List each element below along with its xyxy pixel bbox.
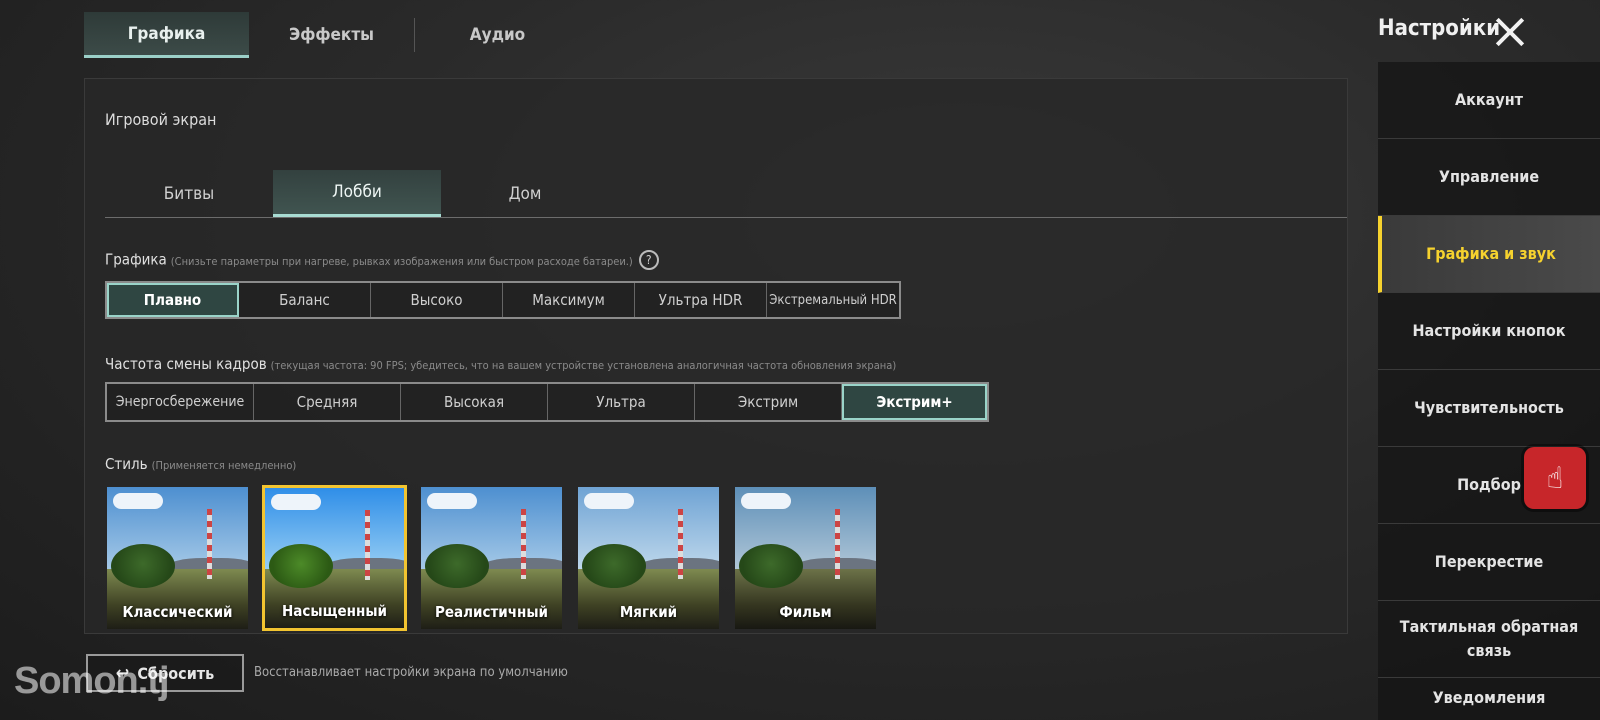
sidebar-item-graphics-sound[interactable]: Графика и звук [1378, 216, 1600, 293]
graphics-option-ultra-hdr[interactable]: Ультра HDR [635, 283, 767, 317]
subtab-home[interactable]: Дом [441, 170, 609, 217]
sidebar-item-sensitivity[interactable]: Чувствительность [1378, 370, 1600, 447]
help-circle-icon[interactable]: ? [638, 250, 659, 270]
close-icon[interactable] [1490, 12, 1530, 52]
preview-cloud [427, 493, 477, 509]
subtab-battles[interactable]: Битвы [105, 170, 273, 217]
fps-option-medium[interactable]: Средняя [254, 384, 401, 420]
graphics-quality-hint: (Снизьте параметры при нагреве, рывках и… [170, 254, 633, 268]
fps-selector: Энергосбережение Средняя Высокая Ультра … [105, 382, 989, 422]
style-card-label: Реалистичный [434, 603, 548, 621]
watermark-logo: Somon.tj [14, 660, 170, 702]
graphics-quality-title: Графика [105, 250, 167, 269]
preview-cloud [584, 493, 634, 509]
fps-option-power-save[interactable]: Энергосбережение [107, 384, 254, 420]
sidebar-item-button-settings[interactable]: Настройки кнопок [1378, 293, 1600, 370]
preview-cloud [271, 494, 321, 510]
graphics-option-extreme-hdr[interactable]: Экстремальный HDR [767, 283, 899, 317]
preview-tower [678, 509, 683, 579]
graphics-quality-label: Графика (Снизьте параметры при нагреве, р… [105, 250, 659, 270]
preview-tower [521, 509, 526, 579]
preview-tree [425, 543, 489, 588]
preview-tower [835, 509, 840, 579]
style-title: Стиль [105, 455, 148, 473]
fps-option-high[interactable]: Высокая [401, 384, 548, 420]
fps-title: Частота смены кадров [105, 355, 267, 373]
style-card-realistic[interactable]: Реалистичный [419, 485, 564, 631]
graphics-option-max[interactable]: Максимум [503, 283, 635, 317]
graphics-quality-selector: Плавно Баланс Высоко Максимум Ультра HDR… [105, 281, 901, 319]
style-card-soft[interactable]: Мягкий [576, 485, 721, 631]
sidebar-item-crosshair[interactable]: Перекрестие [1378, 524, 1600, 601]
graphics-option-balanced[interactable]: Баланс [239, 283, 371, 317]
settings-sidebar: Аккаунт Управление Графика и звук Настро… [1378, 62, 1600, 720]
fps-option-ultra[interactable]: Ультра [548, 384, 695, 420]
tab-audio[interactable]: Аудио [415, 12, 580, 58]
tab-effects[interactable]: Эффекты [249, 12, 414, 58]
style-card-label: Классический [122, 603, 233, 621]
preview-tower [365, 510, 370, 580]
tab-graphics[interactable]: Графика [84, 12, 249, 58]
preview-tree [582, 543, 646, 588]
preview-cloud [113, 493, 163, 509]
top-tab-bar: Графика Эффекты Аудио [84, 12, 580, 58]
style-hint: (Применяется немедленно) [151, 459, 297, 472]
preview-cloud [741, 493, 791, 509]
style-label: Стиль (Применяется немедленно) [105, 455, 296, 473]
sidebar-item-notifications[interactable]: Уведомления [1378, 678, 1600, 720]
fps-label: Частота смены кадров (текущая частота: 90… [105, 355, 896, 373]
fps-hint: (текущая частота: 90 FPS; убедитесь, что… [270, 359, 897, 372]
page-title: Настройки [1378, 16, 1501, 41]
sidebar-item-controls[interactable]: Управление [1378, 139, 1600, 216]
graphics-option-smooth[interactable]: Плавно [107, 283, 239, 317]
style-card-classic[interactable]: Классический [105, 485, 250, 631]
sidebar-item-haptic-feedback[interactable]: Тактильная обратная связь [1378, 601, 1600, 678]
style-options: Классический Насыщенный Реалистичный Мяг… [105, 485, 878, 631]
style-card-film[interactable]: Фильм [733, 485, 878, 631]
preview-tree [111, 543, 175, 588]
sidebar-item-account[interactable]: Аккаунт [1378, 62, 1600, 139]
subtab-lobby[interactable]: Лобби [273, 170, 441, 217]
preview-tower [207, 509, 212, 579]
screen-subtabs: Битвы Лобби Дом [105, 170, 1347, 218]
style-card-saturated[interactable]: Насыщенный [262, 485, 407, 631]
style-card-label: Фильм [779, 603, 832, 621]
preview-tree [739, 543, 803, 588]
graphics-option-high[interactable]: Высоко [371, 283, 503, 317]
style-card-label: Насыщенный [282, 602, 387, 620]
fps-option-extreme[interactable]: Экстрим [695, 384, 842, 420]
reset-hint: Восстанавливает настройки экрана по умол… [254, 665, 568, 680]
style-card-label: Мягкий [619, 603, 678, 621]
fps-option-extreme-plus[interactable]: Экстрим+ [842, 384, 987, 420]
assistive-touch-icon[interactable]: ☝ [1524, 447, 1586, 509]
preview-tree [269, 544, 333, 588]
section-title: Игровой экран [105, 110, 217, 129]
